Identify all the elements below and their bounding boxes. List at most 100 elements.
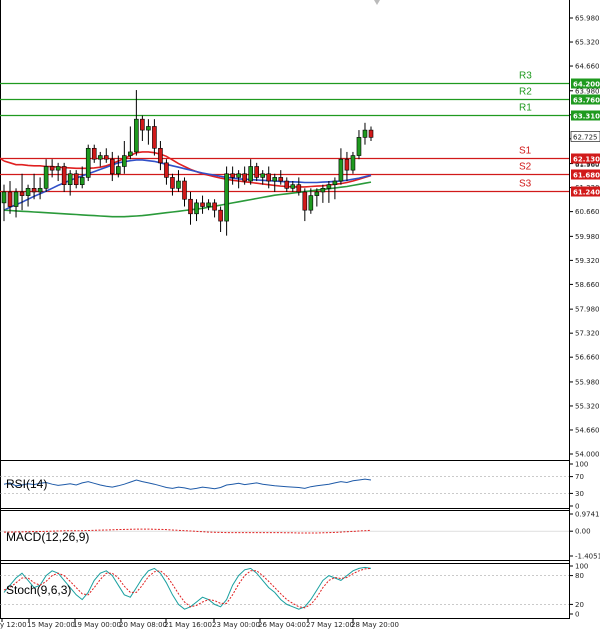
candle: [170, 173, 175, 196]
candle: [164, 159, 169, 185]
stoch-tick-label: 80: [575, 572, 584, 580]
candle-body: [320, 188, 326, 193]
candle: [61, 162, 67, 192]
candle: [79, 166, 85, 189]
candle-body: [368, 129, 374, 138]
candle-body: [362, 129, 368, 138]
candle: [212, 199, 217, 218]
price-tick-label: 57.320: [575, 330, 600, 338]
candle-body: [73, 173, 79, 185]
candle: [182, 177, 187, 207]
time-tick-label: 23 May 00:00: [212, 621, 260, 629]
price-tick-label: 57.980: [575, 306, 600, 314]
candle: [73, 170, 79, 189]
candle-body: [49, 166, 55, 171]
candle: [218, 206, 223, 232]
time-tick-label: 21 May 16:00: [164, 621, 212, 629]
time-tick-label: 15 May 20:00: [27, 621, 75, 629]
level-badge-value-s2: 61.680: [573, 172, 600, 180]
macd-tick-label: -1.4051: [575, 553, 600, 561]
candle-body: [85, 147, 91, 178]
level-badge-value-r3: 64.200: [573, 81, 600, 89]
candle-body: [200, 202, 205, 207]
panel-frames: [0, 0, 570, 619]
stoch-label: Stoch(9,6,3): [6, 583, 71, 597]
level-label-s2: S2: [519, 162, 532, 173]
time-tick-label: 28 May 20:00: [351, 621, 399, 629]
candle-body: [1, 191, 7, 204]
time-axis: y 12:00 15 May 20:0019 May 00:0020 May 08…: [0, 619, 399, 629]
rsi-line-1: [3, 478, 372, 490]
price-tick-label: 59.980: [575, 233, 600, 241]
candle-body: [278, 177, 284, 182]
rsi-tick-label: 30: [575, 490, 584, 498]
candle-body: [224, 173, 229, 222]
candle: [344, 151, 350, 182]
time-tick-label: 26 May 04:00: [258, 621, 306, 629]
level-badge-value-r1: 63.310: [573, 113, 600, 121]
price-tick-label: 54.660: [575, 426, 600, 434]
candle-body: [266, 173, 272, 182]
candle-body: [31, 188, 37, 193]
macd-panel: 0.9741 0.00 -1.4051 MACD(12,26,9): [0, 511, 600, 561]
stoch-tick-label: 100: [575, 563, 588, 571]
candle-body: [116, 166, 121, 175]
stoch-tick-label: 20: [575, 601, 584, 609]
candle-body: [236, 173, 241, 178]
candle: [224, 166, 229, 236]
candle-body: [122, 155, 127, 167]
candle: [25, 184, 31, 207]
candle-body: [170, 177, 175, 189]
candle: [272, 173, 278, 192]
candle-body: [128, 151, 133, 156]
candle: [254, 162, 259, 182]
level-label-r2: R2: [519, 87, 532, 98]
candle: [7, 181, 13, 214]
candle-body: [230, 173, 235, 178]
level-badge-value-r2: 63.760: [573, 97, 600, 105]
rsi-panel: 100 70 30 0 RSI(14): [0, 461, 588, 511]
candle-body: [194, 202, 199, 215]
candle-body: [43, 166, 49, 189]
level-label-r3: R3: [519, 71, 532, 82]
candle-body: [188, 198, 193, 215]
candle: [152, 119, 157, 156]
candle-body: [140, 118, 145, 131]
candle: [85, 144, 91, 182]
candle: [140, 115, 145, 142]
candle-body: [164, 162, 169, 178]
candle: [19, 173, 25, 211]
trading-chart: 65.98065.32064.66063.98063.32062.66061.9…: [0, 0, 600, 629]
candle: [248, 159, 253, 185]
macd-label: MACD(12,26,9): [6, 530, 89, 544]
candle-body: [158, 147, 163, 164]
candle-body: [242, 173, 247, 182]
candle: [128, 126, 133, 160]
current-price-value: 62.725: [573, 133, 598, 141]
level-badge-value-s3: 61.240: [573, 189, 600, 197]
candle-body: [61, 166, 67, 185]
time-tick-label: y 12:00: [0, 621, 27, 629]
candle-body: [79, 177, 85, 185]
price-tick-label: 56.660: [575, 354, 600, 362]
candle-body: [7, 191, 13, 207]
candle: [284, 177, 290, 192]
price-badges: 64.200 63.760 63.310 62.130 61.680 61.240 62.7…: [570, 78, 600, 197]
candle-body: [296, 184, 302, 193]
candle-body: [182, 180, 187, 200]
candle: [200, 195, 205, 214]
candle-body: [284, 180, 290, 189]
candle: [91, 144, 97, 163]
candle-body: [326, 184, 332, 189]
candle-body: [97, 155, 103, 160]
moving-average-line-3: [3, 181, 372, 218]
candle-body: [350, 155, 356, 171]
macd-tick-label: 0.00: [575, 528, 591, 536]
candle-body: [338, 158, 344, 182]
time-tick-label: 20 May 08:00: [119, 621, 167, 629]
scroll-marker[interactable]: [374, 0, 380, 5]
rsi-tick-label: 70: [575, 473, 584, 481]
candle: [338, 148, 344, 185]
candle-body: [314, 191, 320, 196]
candle-body: [152, 126, 157, 149]
